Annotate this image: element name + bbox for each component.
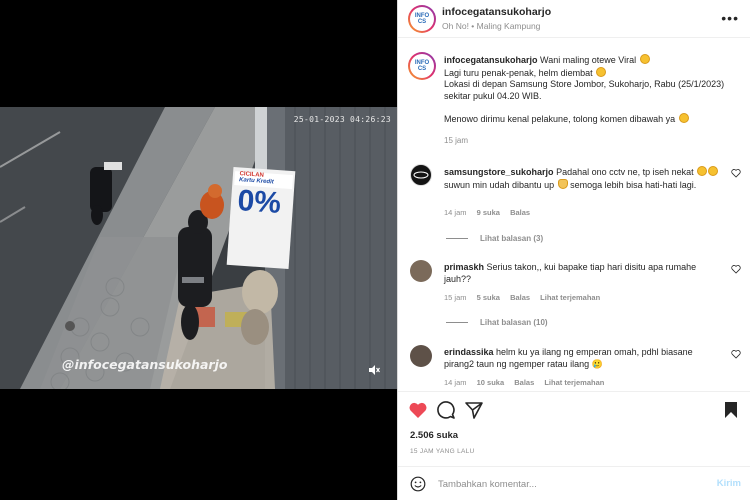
reply-button[interactable]: Balas	[514, 378, 534, 387]
caption-line-4: Menowo dirimu kenal pelakune, tolong kom…	[444, 114, 676, 124]
comment-username[interactable]: erindassika	[444, 347, 494, 357]
comment-likes[interactable]: 5 suka	[477, 293, 500, 302]
comment-time: 15 jam	[444, 293, 467, 302]
comment-likes[interactable]: 9 suka	[477, 208, 500, 217]
comment-meta: 15 jam 5 suka Balas Lihat terjemahan	[444, 293, 608, 302]
share-icon[interactable]	[464, 400, 484, 420]
comment-meta: 14 jam 9 suka Balas	[444, 208, 538, 217]
reply-button[interactable]: Balas	[510, 293, 530, 302]
comment-like-icon[interactable]	[731, 168, 741, 178]
comment-username[interactable]: samsungstore_sukoharjo	[444, 167, 554, 177]
comment-icon[interactable]	[436, 400, 456, 420]
comment-time: 14 jam	[444, 208, 467, 217]
bookmark-icon[interactable]	[721, 400, 741, 420]
comment-body-b: suwun min udah dibantu up	[444, 179, 555, 190]
pray-emoji-icon	[557, 178, 568, 189]
comment-like-icon[interactable]	[731, 264, 741, 274]
post-sidebar: INFO CS infocegatansukoharjo Oh No! • Ma…	[397, 0, 750, 500]
comment-input[interactable]	[438, 474, 698, 494]
cctv-scene	[0, 107, 397, 389]
caption-line-1: Wani maling otewe Viral	[540, 55, 637, 65]
comment-avatar[interactable]	[410, 260, 432, 282]
poster-line-3: 0%	[236, 184, 283, 221]
post-time: 15 JAM YANG LALU	[410, 448, 475, 455]
media-pane: CICILAN Kartu Kredit 0% 25-01-2023 04:26…	[0, 0, 397, 500]
watermark: @infocegatansukoharjo	[62, 357, 228, 372]
comment-item: erindassika helm ku ya ilang ng emperan …	[410, 345, 745, 391]
add-comment-bar: Kirim	[398, 466, 750, 500]
like-count[interactable]: 2.506 suka	[410, 430, 458, 441]
grin-emoji-icon	[678, 113, 689, 123]
caption-time: 15 jam	[444, 136, 469, 145]
poster: CICILAN Kartu Kredit 0%	[236, 171, 295, 223]
comment-item: samsungstore_sukoharjo Padahal ono cctv …	[410, 164, 745, 244]
comment-time: 14 jam	[444, 378, 467, 387]
comments-scroll[interactable]: INFO CS infocegatansukoharjo Wani maling…	[398, 40, 750, 391]
header-username[interactable]: infocegatansukoharjo	[442, 6, 551, 18]
comment-avatar[interactable]	[410, 345, 432, 367]
heart-filled-icon[interactable]	[408, 400, 428, 420]
more-icon[interactable]: •••	[721, 10, 739, 26]
translate-button[interactable]: Lihat terjemahan	[540, 293, 600, 302]
grin-emoji-icon	[639, 54, 650, 64]
translate-button[interactable]: Lihat terjemahan	[544, 378, 604, 387]
post-viewer: CICILAN Kartu Kredit 0% 25-01-2023 04:26…	[0, 0, 750, 500]
comment-body-c: semoga lebih bisa hati-hati lagi.	[570, 179, 697, 190]
header-subtitle[interactable]: Oh No! • Maling Kampung	[442, 21, 540, 31]
comment-likes[interactable]: 10 suka	[477, 378, 505, 387]
comment-text: samsungstore_sukoharjo Padahal ono cctv …	[444, 166, 724, 191]
comment-meta: 14 jam 10 suka Balas Lihat terjemahan	[444, 378, 612, 387]
samsung-logo-icon	[413, 171, 429, 179]
caption-avatar-text: INFO CS	[414, 60, 430, 72]
comment-text: primaskh Serius takon,, kui bapake tiap …	[444, 262, 724, 285]
comment-body-a: Padahal ono cctv ne, tp iseh nekat	[556, 167, 694, 177]
emoji-smile-icon[interactable]	[410, 476, 426, 492]
cctv-timestamp: 25-01-2023 04:26:23	[293, 115, 391, 124]
speaker-muted-icon	[369, 365, 380, 375]
post-comment-button[interactable]: Kirim	[717, 478, 741, 489]
caption-avatar[interactable]: INFO CS	[408, 52, 436, 80]
reply-button[interactable]: Balas	[510, 208, 530, 217]
caption-line-2: Lagi turu penak-penak, helm diembat	[444, 67, 593, 78]
avatar-text: INFO CS	[414, 13, 430, 25]
comment-like-icon[interactable]	[731, 349, 741, 359]
grin-emoji-icon	[596, 66, 607, 77]
caption-username[interactable]: infocegatansukoharjo	[444, 55, 538, 65]
view-replies-button[interactable]: Lihat balasan (10)	[446, 318, 548, 327]
view-replies-button[interactable]: Lihat balasan (3)	[446, 234, 543, 243]
comment-text: erindassika helm ku ya ilang ng emperan …	[444, 347, 724, 370]
comment-item: primaskh Serius takon,, kui bapake tiap …	[410, 260, 745, 330]
comment-avatar[interactable]	[410, 164, 432, 186]
comment-username[interactable]: primaskh	[444, 262, 484, 272]
mute-button[interactable]	[363, 359, 385, 381]
sweat-emoji-icon	[697, 166, 708, 176]
sweat-emoji-icon	[708, 166, 719, 176]
video-player[interactable]: CICILAN Kartu Kredit 0% 25-01-2023 04:26…	[0, 107, 397, 389]
caption-line-3: Lokasi di depan Samsung Store Jombor, Su…	[444, 79, 725, 101]
post-header: INFO CS infocegatansukoharjo Oh No! • Ma…	[398, 0, 750, 38]
caption: infocegatansukoharjo Wani maling otewe V…	[444, 54, 744, 126]
action-bar: 2.506 suka 15 JAM YANG LALU Kirim	[398, 391, 750, 500]
header-avatar[interactable]: INFO CS	[408, 5, 436, 33]
